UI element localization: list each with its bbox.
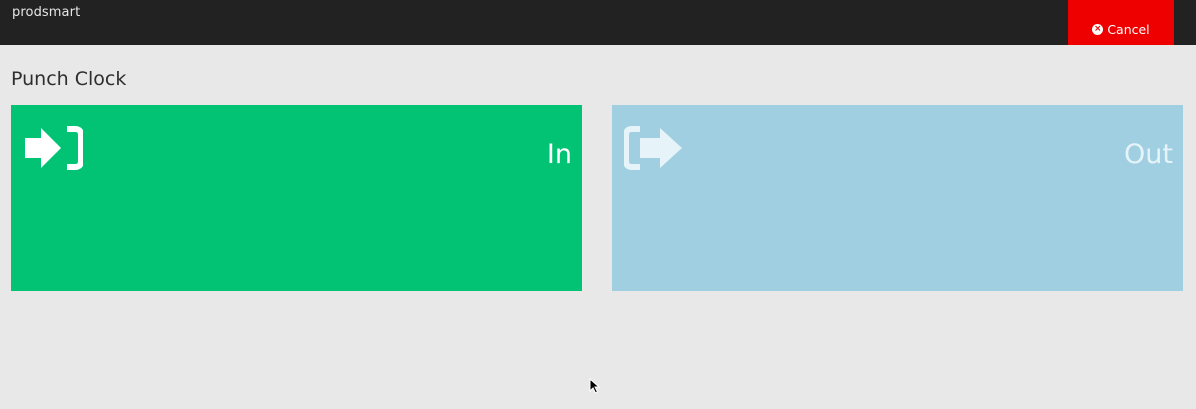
top-bar: prodsmart × Cancel (0, 0, 1196, 45)
cancel-button-label: Cancel (1107, 22, 1150, 37)
punch-out-label: Out (1124, 139, 1173, 170)
page-title: Punch Clock (11, 68, 127, 90)
sign-out-icon (624, 126, 682, 170)
cancel-button-content: × Cancel (1092, 22, 1150, 37)
close-circle-icon: × (1092, 24, 1104, 35)
punch-out-tile[interactable]: Out (612, 105, 1183, 291)
punch-in-label: In (546, 139, 572, 170)
cancel-button[interactable]: × Cancel (1068, 0, 1174, 45)
mouse-pointer-icon (589, 378, 601, 394)
punch-in-tile[interactable]: In (11, 105, 582, 291)
sign-in-icon (25, 126, 83, 170)
brand-name[interactable]: prodsmart (12, 5, 80, 20)
